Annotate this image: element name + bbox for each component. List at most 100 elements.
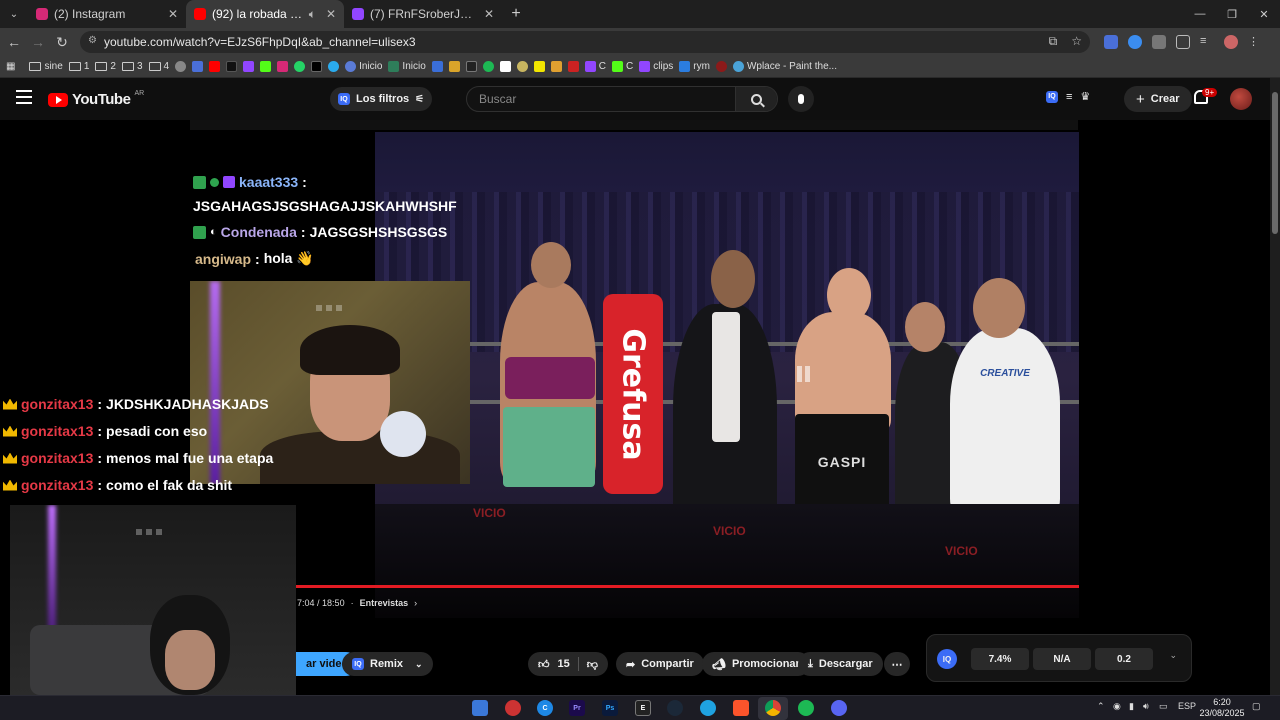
video-frame[interactable]: Grefusa GASPI CREATIVE VICIO VICIO VICIO [375,132,1079,618]
voice-search-button[interactable] [788,86,814,112]
search-button[interactable] [735,87,777,111]
list-icon[interactable]: ≡ [1066,91,1072,103]
profile-icon[interactable] [1224,35,1238,49]
bookmark-item[interactable] [516,61,528,72]
edge-icon[interactable] [700,700,716,716]
bookmark-item[interactable]: Inicio [388,61,426,72]
search-input[interactable]: Buscar [466,86,778,112]
bookmark-folder[interactable]: 4 [148,61,169,72]
new-tab-button[interactable]: + [502,5,530,23]
bookmark-item[interactable] [226,61,238,72]
tray-app-icon[interactable]: ▮ [1129,701,1134,712]
scrollbar-thumb[interactable] [1272,92,1278,234]
minimize-button[interactable]: — [1184,0,1216,28]
bookmark-item[interactable] [431,61,443,72]
bookmark-item[interactable]: C [612,61,633,72]
chrome-icon[interactable] [765,700,781,716]
extensions-puzzle-icon[interactable] [1176,35,1190,49]
brave-icon[interactable] [733,700,749,716]
chapter-label[interactable]: Entrevistas [360,598,409,608]
explorer-icon[interactable] [472,700,488,716]
bookmark-item[interactable] [550,61,562,72]
translate-extension-icon[interactable] [1104,35,1118,49]
bookmark-item[interactable] [311,61,323,72]
apps-icon[interactable]: ▦ [6,61,15,72]
extension-icon[interactable] [1128,35,1142,49]
pause-icon[interactable] [797,366,810,382]
bookmark-item[interactable]: C [584,61,606,72]
tray-app-icon[interactable]: ◉ [1113,701,1121,712]
tray-overflow-icon[interactable]: ⌃ [1097,701,1105,712]
app-icon[interactable] [505,700,521,716]
youtube-logo[interactable]: YouTube AR [48,90,144,108]
bookmark-star-icon[interactable]: ☆ [1071,34,1082,49]
like-icon[interactable]: 👍︎ [538,658,550,671]
close-tab-icon[interactable]: ✕ [484,7,494,21]
system-clock[interactable]: 6:20 23/08/2025 [1196,697,1248,719]
promote-button[interactable]: 📣︎ Promocionar [702,652,810,676]
back-button[interactable]: ← [2,34,26,50]
url-field[interactable]: ⚙ youtube.com/watch?v=EJzS6FhpDqI&ab_cha… [80,31,1090,53]
bookmark-item[interactable]: rym [679,61,710,72]
forward-button[interactable]: → [26,34,50,50]
notifications-icon[interactable]: ▢ [1252,701,1261,712]
steam-icon[interactable] [667,700,683,716]
bookmark-item[interactable] [567,61,579,72]
bookmark-item[interactable] [175,61,187,72]
bookmark-item[interactable] [448,61,460,72]
capcut-icon[interactable]: C [537,700,553,716]
bookmark-item[interactable] [499,61,511,72]
remix-button[interactable]: IQ Remix ⌄ [342,652,433,676]
bookmark-item[interactable]: Inicio [345,61,382,72]
bookmark-item[interactable] [192,61,204,72]
menu-hamburger-icon[interactable] [16,90,32,104]
site-info-icon[interactable]: ⚙ [88,35,97,46]
close-tab-icon[interactable]: ✕ [326,7,336,21]
page-scrollbar[interactable] [1270,78,1280,695]
spotify-icon[interactable] [798,700,814,716]
tab-youtube[interactable]: (92) la robada del año 😡 🔈︎ ✕ [186,0,344,28]
bookmark-item[interactable] [260,61,272,72]
mute-tab-icon[interactable]: 🔈︎ [309,7,316,22]
bookmark-item[interactable] [328,61,340,72]
bookmark-item[interactable] [715,61,727,72]
restore-button[interactable]: ❐ [1216,0,1248,28]
trophy-icon[interactable]: ♛ [1080,90,1090,103]
progress-bar[interactable] [295,585,1079,588]
tab-search-button[interactable]: ⌄ [0,0,28,28]
premiere-icon[interactable]: Pr [569,700,585,716]
account-avatar[interactable] [1230,88,1252,110]
bookmark-item[interactable] [277,61,289,72]
close-window-button[interactable]: ✕ [1248,0,1280,28]
chevron-down-icon[interactable]: ⌄ [1169,650,1177,661]
iq-logo-icon[interactable]: IQ [937,649,957,669]
bookmark-folder[interactable]: 1 [68,61,89,72]
dislike-icon[interactable]: 👎︎ [587,658,598,671]
language-indicator[interactable]: ESP [1178,701,1196,711]
share-button[interactable]: ➦ Compartir [616,652,704,676]
bookmark-item[interactable]: clips [639,61,673,72]
more-actions-button[interactable]: ⋯ [884,652,910,676]
bookmark-item[interactable] [209,61,221,72]
bookmark-folder[interactable]: 3 [121,61,143,72]
install-app-icon[interactable]: ⧉ [1049,34,1058,49]
network-icon[interactable]: ▭ [1159,701,1168,712]
volume-icon[interactable]: 🔊︎ [1143,701,1149,712]
create-button[interactable]: + Crear [1124,86,1192,112]
bookmark-folder[interactable]: 2 [95,61,116,72]
discord-icon[interactable] [831,700,847,716]
tab-instagram[interactable]: (2) Instagram ✕ [28,0,186,28]
download-button[interactable]: ⤓ Descargar [798,652,883,676]
bookmark-item[interactable] [465,61,477,72]
bookmark-item[interactable] [294,61,306,72]
reload-button[interactable]: ↻ [50,34,74,51]
bookmark-item[interactable]: Wplace - Paint the... [732,61,837,72]
bookmark-item[interactable] [482,61,494,72]
extension-icon[interactable] [1152,35,1166,49]
filters-button[interactable]: IQ Los filtros ⚟ [330,87,433,111]
close-tab-icon[interactable]: ✕ [168,7,178,21]
photoshop-icon[interactable]: Ps [602,700,618,716]
browser-menu-icon[interactable]: ⋮ [1248,35,1262,49]
video-player[interactable]: Grefusa GASPI CREATIVE VICIO VICIO VICIO… [0,120,1270,695]
bookmark-folder[interactable]: sine [29,61,63,72]
